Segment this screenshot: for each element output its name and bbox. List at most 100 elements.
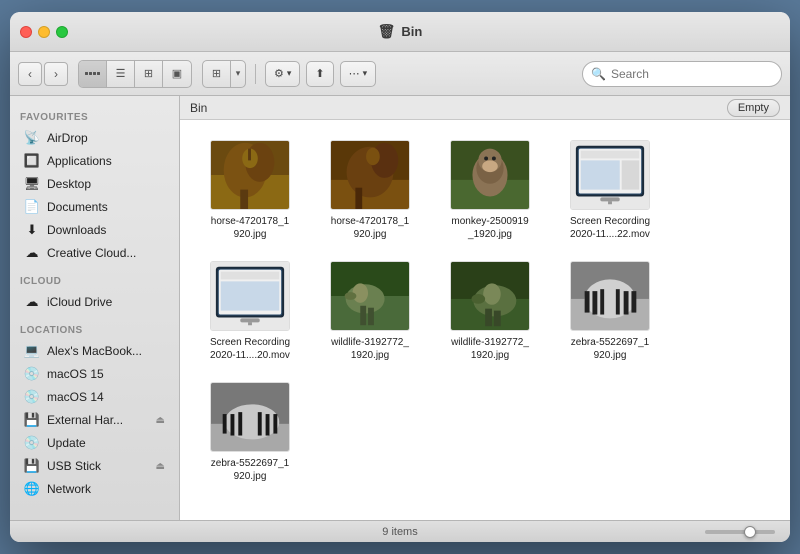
sidebar-label-documents: Documents xyxy=(47,200,108,214)
view-column-button[interactable]: ⊞ xyxy=(135,61,163,87)
desktop-icon: 🖥 xyxy=(24,176,40,192)
locations-header: Locations xyxy=(10,317,179,339)
sidebar-item-icloud-drive[interactable]: ☁ iCloud Drive xyxy=(14,291,175,313)
sidebar-item-macbook[interactable]: 💻 Alex's MacBook... xyxy=(14,340,175,362)
file-label-screen1: Screen Recording2020-11....22.mov xyxy=(570,215,650,241)
sidebar-item-macos14[interactable]: 💿 macOS 14 xyxy=(14,386,175,408)
file-thumb-wildlife2 xyxy=(450,261,530,331)
maximize-button[interactable] xyxy=(56,26,68,38)
applications-icon: 🔲 xyxy=(24,153,40,169)
slider-thumb[interactable] xyxy=(744,526,756,538)
sidebar-label-macos14: macOS 14 xyxy=(47,390,104,404)
sidebar-label-creative-cloud: Creative Cloud... xyxy=(47,246,136,260)
nav-buttons: ‹ › xyxy=(18,62,68,86)
sidebar-label-external-hd: External Har... xyxy=(47,413,123,427)
close-button[interactable] xyxy=(20,26,32,38)
sidebar-item-airdrop[interactable]: 📡 AirDrop xyxy=(14,127,175,149)
file-item-monkey[interactable]: monkey-2500919_1920.jpg xyxy=(435,135,545,246)
view-grid-arrow[interactable]: ▾ xyxy=(231,61,245,87)
view-list-button[interactable]: ☰ xyxy=(107,61,135,87)
sidebar-item-usb-stick[interactable]: 💾 USB Stick ⏏ xyxy=(14,455,175,477)
back-button[interactable]: ‹ xyxy=(18,62,42,86)
file-item-zebra1[interactable]: zebra-5522697_1920.jpg xyxy=(555,256,665,367)
sidebar-item-external-hd[interactable]: 💾 External Har... ⏏ xyxy=(14,409,175,431)
eject-external-icon[interactable]: ⏏ xyxy=(156,415,165,426)
sidebar: Favourites 📡 AirDrop 🔲 Applications 🖥 De… xyxy=(10,96,180,520)
sidebar-item-update[interactable]: 💿 Update xyxy=(14,432,175,454)
share-button[interactable]: ⬆ xyxy=(306,61,333,87)
documents-icon: 📄 xyxy=(24,199,40,215)
search-bar[interactable]: 🔍 xyxy=(582,61,782,87)
path-item-bin: Bin xyxy=(190,101,207,115)
file-label-screen2: Screen Recording2020-11....20.mov xyxy=(210,336,290,362)
file-item-horse1[interactable]: horse-4720178_1920.jpg xyxy=(195,135,305,246)
file-label-monkey: monkey-2500919_1920.jpg xyxy=(451,215,528,241)
sidebar-item-macos15[interactable]: 💿 macOS 15 xyxy=(14,363,175,385)
item-count: 9 items xyxy=(382,526,417,538)
sidebar-item-documents[interactable]: 📄 Documents xyxy=(14,196,175,218)
eject-usb-icon[interactable]: ⏏ xyxy=(156,461,165,472)
file-label-horse1: horse-4720178_1920.jpg xyxy=(211,215,289,241)
file-item-wildlife1[interactable]: wildlife-3192772_1920.jpg xyxy=(315,256,425,367)
sidebar-item-downloads[interactable]: ⬇ Downloads xyxy=(14,219,175,241)
search-icon: 🔍 xyxy=(591,67,606,81)
creative-cloud-icon: ☁ xyxy=(24,245,40,261)
file-thumb-horse2 xyxy=(330,140,410,210)
file-label-horse2: horse-4720178_1920.jpg xyxy=(331,215,409,241)
view-gallery-button[interactable]: ▣ xyxy=(163,61,191,87)
update-icon: 💿 xyxy=(24,435,40,451)
search-input[interactable] xyxy=(611,67,773,81)
file-item-screen1[interactable]: Screen Recording2020-11....22.mov xyxy=(555,135,665,246)
empty-button[interactable]: Empty xyxy=(727,99,780,117)
view-icon-button[interactable] xyxy=(79,61,107,87)
sidebar-label-airdrop: AirDrop xyxy=(47,131,88,145)
icloud-header: iCloud xyxy=(10,268,179,290)
slider-track xyxy=(705,530,775,534)
favourites-header: Favourites xyxy=(10,104,179,126)
status-bar: 9 items xyxy=(10,520,790,542)
sidebar-label-desktop: Desktop xyxy=(47,177,91,191)
file-item-wildlife2[interactable]: wildlife-3192772_1920.jpg xyxy=(435,256,545,367)
toolbar: ‹ › ☰ ⊞ ▣ ⊞ ▾ ⚙ ▾ ⬆ ⋯ ▾ xyxy=(10,52,790,96)
forward-button[interactable]: › xyxy=(44,62,68,86)
file-item-horse2[interactable]: horse-4720178_1920.jpg xyxy=(315,135,425,246)
file-thumb-screen2 xyxy=(210,261,290,331)
zoom-slider[interactable] xyxy=(705,530,775,534)
downloads-icon: ⬇ xyxy=(24,222,40,238)
file-label-zebra1: zebra-5522697_1920.jpg xyxy=(571,336,649,362)
action-button[interactable]: ⋯ ▾ xyxy=(340,61,377,87)
view-extra-controls: ⊞ ▾ xyxy=(202,60,246,88)
sidebar-label-applications: Applications xyxy=(47,154,112,168)
files-grid: horse-4720178_1920.jpg ho xyxy=(180,120,790,520)
finder-window: 🗑 Bin ‹ › ☰ ⊞ ▣ ⊞ ▾ ⚙ ▾ xyxy=(10,12,790,542)
window-title: 🗑 Bin xyxy=(378,23,423,40)
sidebar-item-network[interactable]: 🌐 Network xyxy=(14,478,175,500)
gear-icon: ⚙ xyxy=(274,67,284,80)
macos14-icon: 💿 xyxy=(24,389,40,405)
sidebar-label-usb-stick: USB Stick xyxy=(47,459,101,473)
sidebar-label-macbook: Alex's MacBook... xyxy=(47,344,142,358)
file-item-screen2[interactable]: Screen Recording2020-11....20.mov xyxy=(195,256,305,367)
sidebar-label-update: Update xyxy=(47,436,86,450)
path-bar: Bin Empty xyxy=(180,96,790,120)
minimize-button[interactable] xyxy=(38,26,50,38)
file-item-zebra2[interactable]: zebra-5522697_1920.jpg xyxy=(195,377,305,488)
action-icon: ⋯ xyxy=(349,67,360,80)
action-gear-button[interactable]: ⚙ ▾ xyxy=(265,61,300,87)
sidebar-item-applications[interactable]: 🔲 Applications xyxy=(14,150,175,172)
separator1 xyxy=(255,64,256,84)
sidebar-label-downloads: Downloads xyxy=(47,223,106,237)
sidebar-label-network: Network xyxy=(47,482,91,496)
sidebar-item-creative-cloud[interactable]: ☁ Creative Cloud... xyxy=(14,242,175,264)
icloud-drive-icon: ☁ xyxy=(24,294,40,310)
file-area: Bin Empty xyxy=(180,96,790,520)
title-icon: 🗑 xyxy=(378,23,396,40)
file-thumb-monkey xyxy=(450,140,530,210)
view-controls: ☰ ⊞ ▣ xyxy=(78,60,192,88)
file-thumb-zebra2 xyxy=(210,382,290,452)
usb-stick-icon: 💾 xyxy=(24,458,40,474)
sidebar-item-desktop[interactable]: 🖥 Desktop xyxy=(14,173,175,195)
title-text: Bin xyxy=(401,24,422,39)
view-grid-button[interactable]: ⊞ xyxy=(203,61,231,87)
bin-label: Bin xyxy=(190,101,207,115)
